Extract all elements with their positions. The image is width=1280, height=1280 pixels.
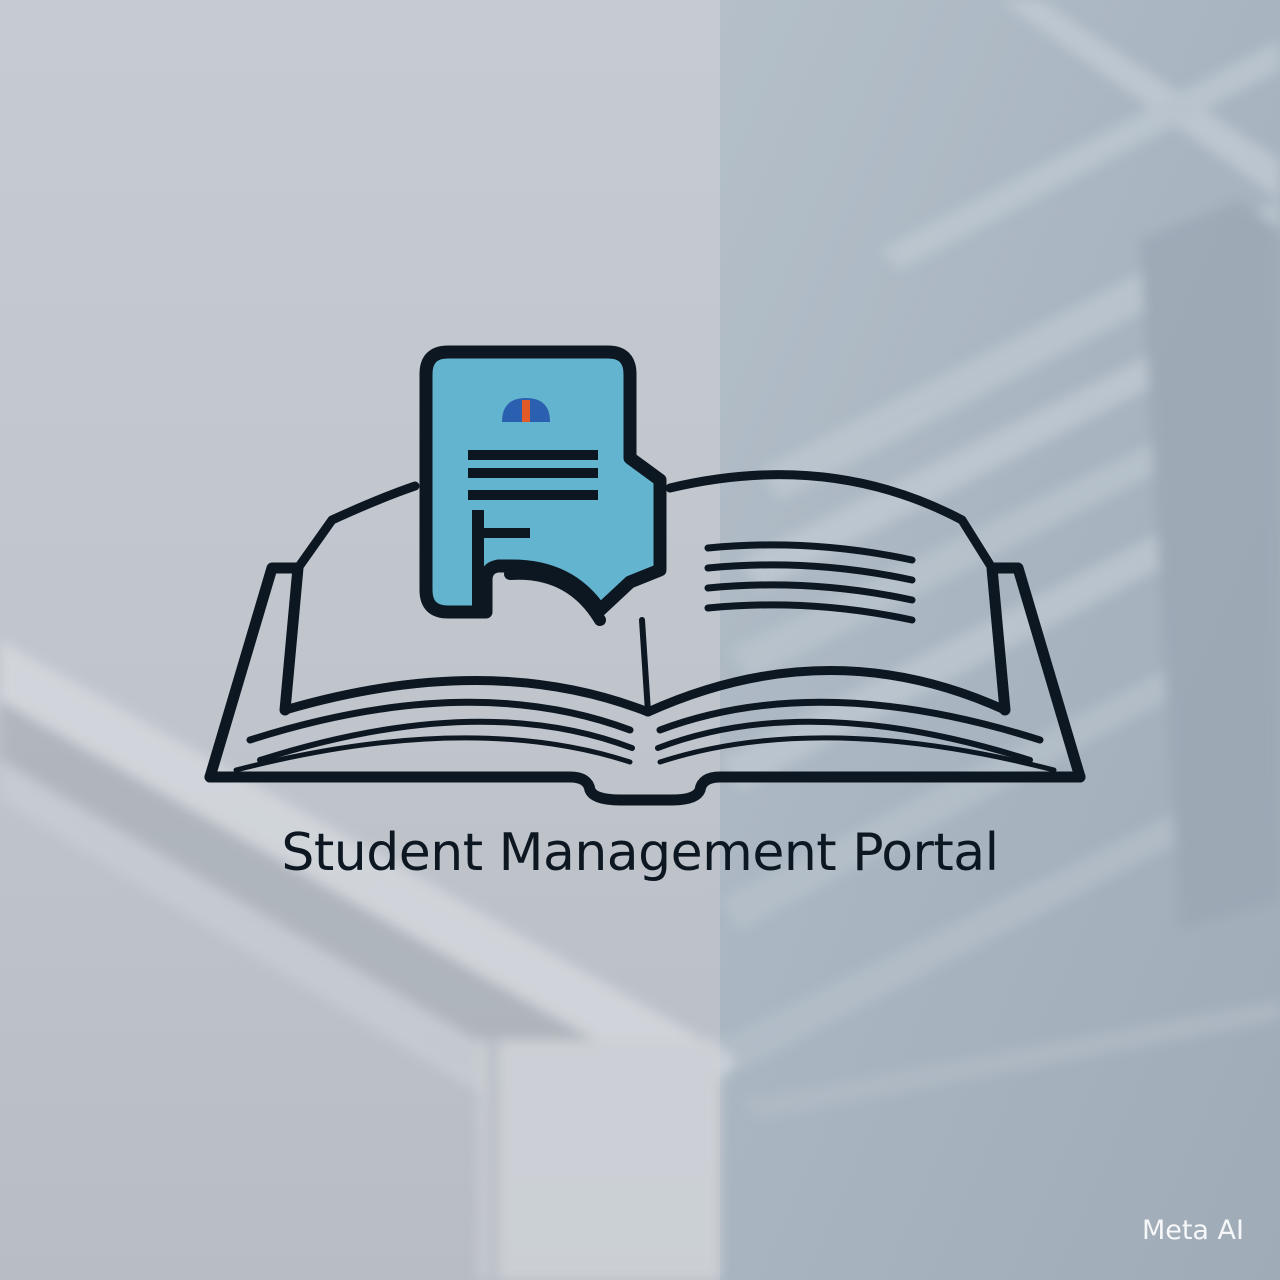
meta-ai-watermark: Meta AI xyxy=(1141,1215,1244,1246)
book-card-logo-icon xyxy=(204,345,1086,806)
portal-title: Student Management Portal xyxy=(281,823,999,883)
logo-image: Student Management Portal Meta AI xyxy=(0,0,1280,1280)
